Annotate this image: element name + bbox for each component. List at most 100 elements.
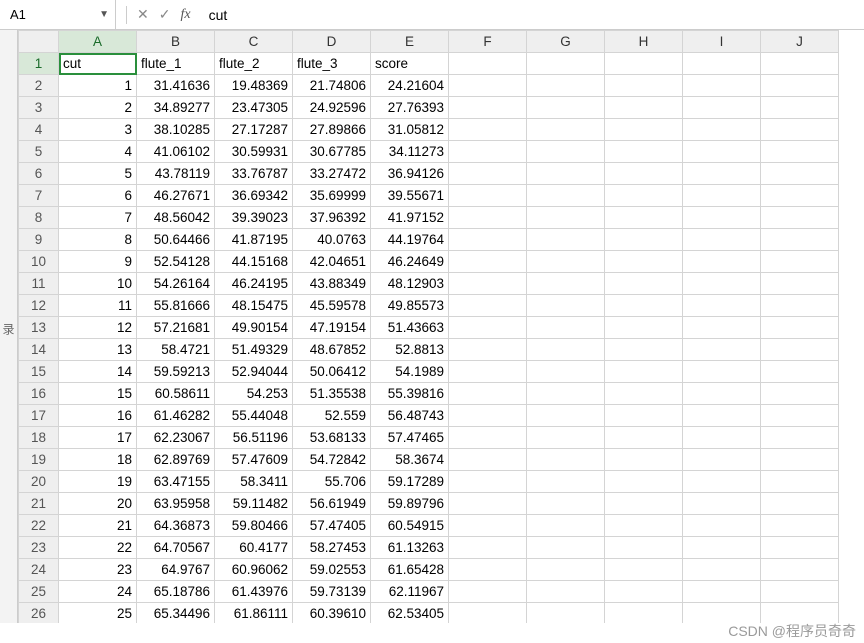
cell[interactable]: 64.70567 bbox=[137, 537, 215, 559]
cell[interactable] bbox=[449, 361, 527, 383]
cell[interactable] bbox=[761, 273, 839, 295]
cell[interactable]: 34.89277 bbox=[137, 97, 215, 119]
cell[interactable] bbox=[683, 581, 761, 603]
cell[interactable]: 59.73139 bbox=[293, 581, 371, 603]
cell[interactable]: 22 bbox=[59, 537, 137, 559]
row-header[interactable]: 24 bbox=[19, 559, 59, 581]
cell[interactable]: 58.4721 bbox=[137, 339, 215, 361]
row-header[interactable]: 6 bbox=[19, 163, 59, 185]
cell[interactable] bbox=[605, 317, 683, 339]
cell[interactable]: 60.96062 bbox=[215, 559, 293, 581]
cell[interactable]: 12 bbox=[59, 317, 137, 339]
cell[interactable] bbox=[761, 515, 839, 537]
row-header[interactable]: 19 bbox=[19, 449, 59, 471]
cell[interactable]: 20 bbox=[59, 493, 137, 515]
row-header[interactable]: 16 bbox=[19, 383, 59, 405]
cell[interactable] bbox=[449, 185, 527, 207]
cell[interactable]: 2 bbox=[59, 97, 137, 119]
cell[interactable]: 37.96392 bbox=[293, 207, 371, 229]
cell[interactable]: 54.26164 bbox=[137, 273, 215, 295]
fx-icon[interactable]: fx bbox=[180, 7, 190, 23]
cell[interactable] bbox=[605, 75, 683, 97]
cell[interactable] bbox=[527, 273, 605, 295]
cell[interactable] bbox=[761, 251, 839, 273]
cell[interactable] bbox=[605, 141, 683, 163]
cell[interactable]: 56.61949 bbox=[293, 493, 371, 515]
row-header[interactable]: 9 bbox=[19, 229, 59, 251]
cell[interactable] bbox=[527, 471, 605, 493]
select-all-corner[interactable] bbox=[19, 31, 59, 53]
cell[interactable] bbox=[449, 97, 527, 119]
cell[interactable]: cut bbox=[59, 53, 137, 75]
cell[interactable] bbox=[761, 141, 839, 163]
cell[interactable]: 46.27671 bbox=[137, 185, 215, 207]
row-header[interactable]: 10 bbox=[19, 251, 59, 273]
cell[interactable] bbox=[527, 361, 605, 383]
cell[interactable]: 57.47609 bbox=[215, 449, 293, 471]
cell[interactable] bbox=[449, 493, 527, 515]
cell[interactable]: 18 bbox=[59, 449, 137, 471]
cell[interactable] bbox=[449, 383, 527, 405]
cell[interactable]: 13 bbox=[59, 339, 137, 361]
cell[interactable] bbox=[605, 119, 683, 141]
cell[interactable]: 51.35538 bbox=[293, 383, 371, 405]
cell[interactable]: flute_3 bbox=[293, 53, 371, 75]
name-box[interactable]: A1 ▼ bbox=[0, 0, 116, 29]
row-header[interactable]: 20 bbox=[19, 471, 59, 493]
column-header-D[interactable]: D bbox=[293, 31, 371, 53]
cell[interactable]: 43.88349 bbox=[293, 273, 371, 295]
column-header-I[interactable]: I bbox=[683, 31, 761, 53]
cell[interactable]: 64.36873 bbox=[137, 515, 215, 537]
cell[interactable]: 59.80466 bbox=[215, 515, 293, 537]
cell[interactable]: 3 bbox=[59, 119, 137, 141]
cell[interactable] bbox=[449, 581, 527, 603]
cell[interactable] bbox=[683, 493, 761, 515]
cell[interactable] bbox=[527, 449, 605, 471]
cell[interactable] bbox=[683, 515, 761, 537]
row-header[interactable]: 25 bbox=[19, 581, 59, 603]
cell[interactable] bbox=[605, 207, 683, 229]
cell[interactable] bbox=[605, 581, 683, 603]
cell[interactable] bbox=[683, 207, 761, 229]
cell[interactable] bbox=[449, 75, 527, 97]
column-header-J[interactable]: J bbox=[761, 31, 839, 53]
cell[interactable] bbox=[527, 53, 605, 75]
cell[interactable]: 36.94126 bbox=[371, 163, 449, 185]
cell[interactable]: 9 bbox=[59, 251, 137, 273]
cell[interactable] bbox=[605, 405, 683, 427]
cell[interactable]: 59.02553 bbox=[293, 559, 371, 581]
cell[interactable] bbox=[449, 537, 527, 559]
cell[interactable]: 62.89769 bbox=[137, 449, 215, 471]
cell[interactable] bbox=[761, 119, 839, 141]
cell[interactable] bbox=[683, 185, 761, 207]
cell[interactable] bbox=[683, 141, 761, 163]
cell[interactable]: 52.8813 bbox=[371, 339, 449, 361]
cell[interactable] bbox=[527, 163, 605, 185]
cell[interactable] bbox=[449, 295, 527, 317]
cell[interactable]: 47.19154 bbox=[293, 317, 371, 339]
cell[interactable]: 10 bbox=[59, 273, 137, 295]
cell[interactable]: 46.24195 bbox=[215, 273, 293, 295]
cell[interactable] bbox=[683, 295, 761, 317]
cell[interactable] bbox=[605, 559, 683, 581]
row-header[interactable]: 23 bbox=[19, 537, 59, 559]
cell[interactable]: 59.17289 bbox=[371, 471, 449, 493]
cell[interactable]: 49.90154 bbox=[215, 317, 293, 339]
cell[interactable] bbox=[761, 229, 839, 251]
cell[interactable]: 48.56042 bbox=[137, 207, 215, 229]
cell[interactable]: 35.69999 bbox=[293, 185, 371, 207]
cell[interactable]: 33.76787 bbox=[215, 163, 293, 185]
cell[interactable] bbox=[527, 251, 605, 273]
cell[interactable] bbox=[527, 515, 605, 537]
column-header-C[interactable]: C bbox=[215, 31, 293, 53]
cell[interactable] bbox=[605, 295, 683, 317]
cell[interactable]: 36.69342 bbox=[215, 185, 293, 207]
row-header[interactable]: 15 bbox=[19, 361, 59, 383]
row-header[interactable]: 3 bbox=[19, 97, 59, 119]
cell[interactable] bbox=[683, 471, 761, 493]
cell[interactable] bbox=[605, 449, 683, 471]
cell[interactable] bbox=[761, 471, 839, 493]
cell[interactable] bbox=[527, 141, 605, 163]
cell[interactable]: 52.54128 bbox=[137, 251, 215, 273]
cell[interactable] bbox=[761, 405, 839, 427]
